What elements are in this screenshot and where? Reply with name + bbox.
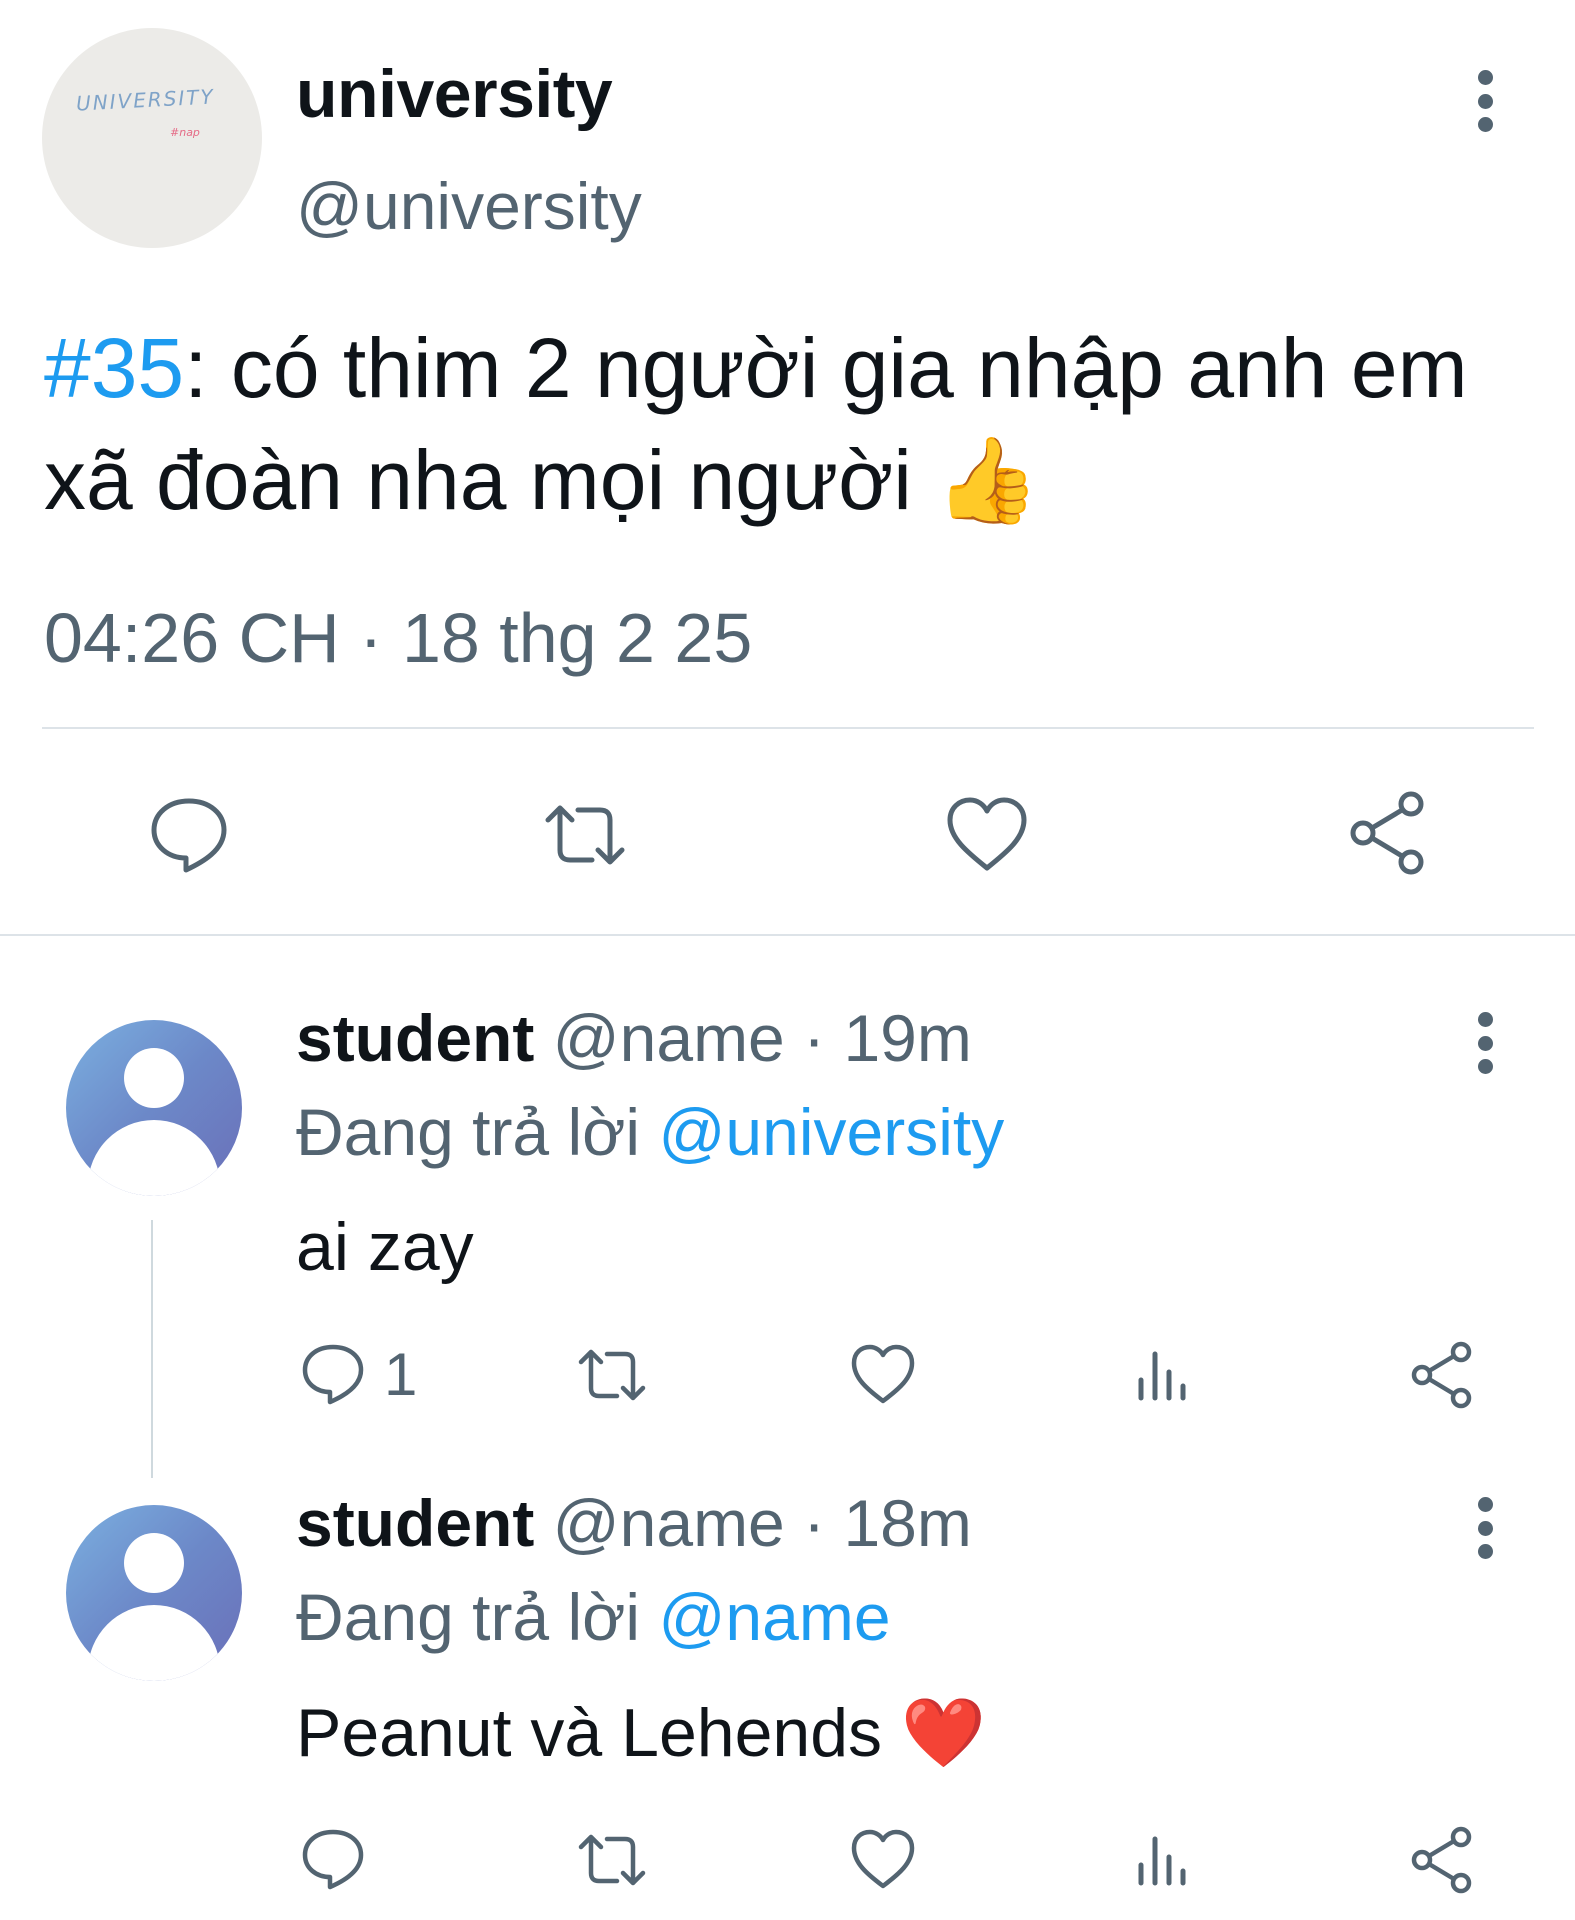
reply-text: ai zay bbox=[296, 1209, 474, 1285]
comment-icon[interactable] bbox=[148, 795, 230, 873]
heart-icon[interactable] bbox=[850, 1828, 916, 1890]
replying-to: Đang trả lời @university bbox=[296, 1094, 1004, 1170]
share-icon[interactable] bbox=[1345, 790, 1431, 876]
replying-mention[interactable]: @university bbox=[658, 1095, 1004, 1169]
default-avatar-body bbox=[88, 1605, 220, 1681]
tweet-date: 18 thg 2 25 bbox=[401, 599, 753, 677]
reply-header: student @name · 18m bbox=[296, 1485, 972, 1561]
thread-line bbox=[151, 1220, 153, 1478]
replying-label: Đang trả lời bbox=[296, 1580, 641, 1654]
reply-display-name[interactable]: student bbox=[296, 1486, 534, 1560]
tweet-timestamp[interactable]: 04:26 CH · 18 thg 2 25 bbox=[44, 598, 752, 678]
retweet-icon[interactable] bbox=[575, 1346, 649, 1404]
reply-handle[interactable]: @name bbox=[553, 1486, 785, 1560]
reply-header: student @name · 19m bbox=[296, 1000, 972, 1076]
retweet-icon[interactable] bbox=[575, 1831, 649, 1889]
reply-body: Peanut và Lehends bbox=[296, 1695, 883, 1771]
reply-handle[interactable]: @name bbox=[553, 1001, 785, 1075]
tweet-display-name[interactable]: university bbox=[296, 55, 613, 133]
divider bbox=[42, 727, 1534, 729]
share-icon[interactable] bbox=[1407, 1340, 1477, 1410]
avatar-logo-sub: #nap bbox=[170, 126, 200, 139]
default-avatar-head bbox=[124, 1048, 184, 1108]
tweet-handle[interactable]: @university bbox=[296, 168, 642, 244]
more-vertical-icon[interactable] bbox=[1475, 1497, 1495, 1559]
heart-icon[interactable] bbox=[945, 796, 1029, 872]
meta-separator: · bbox=[359, 599, 383, 677]
reply-text: Peanut và Lehends ❤️ bbox=[296, 1693, 986, 1773]
meta-separator: · bbox=[803, 1486, 826, 1560]
share-icon[interactable] bbox=[1407, 1825, 1477, 1895]
replying-to: Đang trả lời @name bbox=[296, 1579, 891, 1655]
reply-display-name[interactable]: student bbox=[296, 1001, 534, 1075]
thumbs-up-emoji: 👍 bbox=[935, 431, 1040, 529]
default-avatar-head bbox=[124, 1533, 184, 1593]
hashtag-link[interactable]: #35 bbox=[44, 321, 184, 415]
meta-separator: · bbox=[803, 1001, 826, 1075]
reply-avatar[interactable] bbox=[66, 1505, 242, 1681]
replying-label: Đang trả lời bbox=[296, 1095, 641, 1169]
reply-count: 1 bbox=[384, 1341, 418, 1408]
reply-avatar[interactable] bbox=[66, 1020, 242, 1196]
comment-icon[interactable] bbox=[300, 1827, 366, 1891]
tweet-text: #35: có thim 2 người gia nhập anh em xã … bbox=[44, 312, 1544, 536]
red-heart-emoji: ❤️ bbox=[900, 1694, 986, 1773]
reply-age: 19m bbox=[843, 1001, 972, 1075]
avatar-logo-text: UNIVERSITY bbox=[75, 84, 216, 116]
analytics-icon[interactable] bbox=[1135, 1346, 1191, 1404]
main-avatar[interactable]: UNIVERSITY #nap bbox=[42, 28, 262, 248]
heart-icon[interactable] bbox=[850, 1343, 916, 1405]
section-divider bbox=[0, 934, 1575, 936]
retweet-icon[interactable] bbox=[540, 800, 630, 870]
more-vertical-icon[interactable] bbox=[1475, 1012, 1495, 1074]
analytics-icon[interactable] bbox=[1135, 1831, 1191, 1889]
tweet-body: : có thim 2 người gia nhập anh em xã đoà… bbox=[44, 321, 1468, 527]
replying-mention[interactable]: @name bbox=[658, 1580, 890, 1654]
comment-icon[interactable] bbox=[300, 1342, 366, 1406]
more-vertical-icon[interactable] bbox=[1475, 70, 1495, 132]
reply-age: 18m bbox=[843, 1486, 972, 1560]
tweet-time: 04:26 CH bbox=[44, 599, 340, 677]
default-avatar-body bbox=[88, 1120, 220, 1196]
